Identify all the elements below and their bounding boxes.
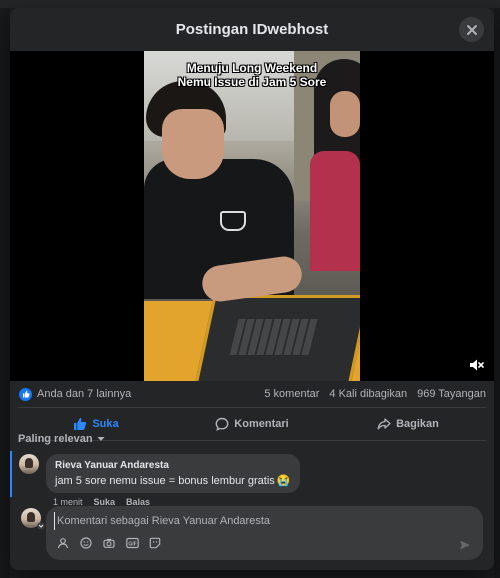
reaction-summary[interactable]: Anda dan 7 lainnya	[37, 388, 131, 400]
sort-label: Paling relevan	[18, 433, 93, 445]
modal-title: Postingan IDwebhost	[175, 21, 329, 38]
close-icon	[466, 24, 477, 35]
scene-keyboard	[229, 319, 319, 355]
scene-woman-face	[330, 91, 360, 137]
comment-composer: GIF	[46, 506, 483, 560]
gif-icon: GIF	[125, 537, 139, 549]
backdrop-left	[0, 8, 10, 578]
camera-button[interactable]	[102, 536, 116, 550]
comment-author[interactable]: Rieva Yanuar Andaresta	[55, 460, 291, 471]
share-button[interactable]: Bagikan	[330, 408, 486, 440]
view-count: 969 Tayangan	[417, 388, 486, 400]
account-switch-chevron-icon[interactable]	[37, 522, 45, 530]
avatar-sticker-button[interactable]	[56, 536, 70, 550]
emoji-button[interactable]	[79, 536, 93, 550]
video-player[interactable]: Menuju Long Weekend Nemu Issue di Jam 5 …	[10, 51, 494, 381]
share-label: Bagikan	[396, 418, 439, 430]
like-reaction-icon	[19, 387, 32, 401]
send-icon	[460, 540, 470, 550]
comment-text: jam 5 sore nemu issue = bonus lembur gra…	[55, 474, 275, 487]
video-frame: Menuju Long Weekend Nemu Issue di Jam 5 …	[144, 51, 360, 381]
share-arrow-icon	[377, 418, 391, 430]
mute-button[interactable]	[468, 357, 484, 373]
composer-tools: GIF	[56, 536, 162, 550]
comment-bubble: Rieva Yanuar Andaresta jam 5 sore nemu i…	[46, 454, 300, 493]
close-button[interactable]	[459, 17, 484, 42]
comment-input[interactable]	[54, 512, 439, 530]
speaker-muted-icon	[470, 359, 484, 371]
scene-woman-body	[310, 151, 360, 271]
modal-header: Postingan IDwebhost	[10, 8, 494, 52]
avatar-sticker-icon	[57, 538, 69, 549]
backdrop-top-bar	[0, 0, 500, 8]
comment-button[interactable]: Komentari	[174, 408, 330, 440]
shirt-logo	[220, 211, 246, 231]
gif-button[interactable]: GIF	[125, 536, 139, 550]
svg-text:GIF: GIF	[128, 542, 136, 548]
like-label: Suka	[92, 418, 119, 430]
caret-down-icon	[97, 437, 105, 441]
comment-count[interactable]: 5 komentar	[264, 388, 319, 400]
scene-man-face	[162, 109, 224, 179]
comment-label: Komentari	[234, 418, 289, 430]
share-count[interactable]: 4 Kali dibagikan	[329, 388, 407, 400]
highlight-bar	[10, 451, 12, 497]
video-caption-line1: Menuju Long Weekend	[186, 61, 318, 75]
post-modal: Postingan IDwebhost Menuju Long Weekend …	[10, 8, 494, 570]
crying-face-emoji: 😭	[276, 475, 291, 487]
video-caption-line2: Nemu Issue di Jam 5 Sore	[177, 75, 327, 89]
sticker-icon	[149, 537, 161, 549]
thumbs-up-icon	[74, 418, 87, 430]
comment-text-row: jam 5 sore nemu issue = bonus lembur gra…	[55, 474, 291, 488]
smiley-icon	[80, 537, 92, 549]
comment-composer-row: GIF	[10, 506, 494, 566]
comment-item: Rieva Yanuar Andaresta jam 5 sore nemu i…	[10, 449, 494, 507]
comment-sort-dropdown[interactable]: Paling relevan	[18, 433, 105, 445]
avatar-figure	[27, 512, 35, 522]
comment-bubble-icon	[215, 417, 229, 431]
engagement-stats: Anda dan 7 lainnya 5 komentar 4 Kali dib…	[10, 381, 494, 407]
comment-author-avatar[interactable]	[19, 454, 39, 474]
video-caption: Menuju Long Weekend Nemu Issue di Jam 5 …	[144, 61, 360, 89]
avatar-figure	[25, 458, 33, 468]
send-button[interactable]	[459, 538, 471, 550]
backdrop-right	[494, 8, 500, 578]
camera-icon	[103, 538, 115, 548]
sticker-button[interactable]	[148, 536, 162, 550]
